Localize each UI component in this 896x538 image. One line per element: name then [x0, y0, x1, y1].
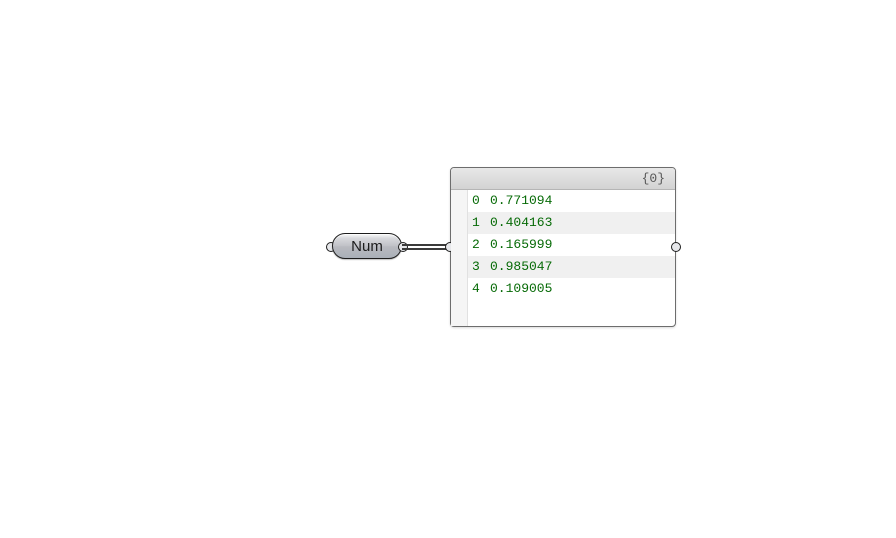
num-node-label: Num [351, 238, 383, 255]
panel-row-value: 0.404163 [490, 212, 675, 234]
panel-list: 0 0.771094 1 0.404163 2 0.165999 3 0.985… [468, 190, 675, 326]
panel-row-value: 0.985047 [490, 256, 675, 278]
panel-row-index: 2 [472, 234, 490, 256]
num-node[interactable]: Num [332, 233, 402, 261]
panel-path-label: {0} [642, 171, 665, 186]
panel-row-index: 3 [472, 256, 490, 278]
panel-node[interactable]: {0} 0 0.771094 1 0.404163 2 0.165999 3 0… [450, 167, 676, 327]
panel-header: {0} [451, 168, 675, 190]
list-item: 0 0.771094 [468, 190, 675, 212]
panel-row-value: 0.109005 [490, 278, 675, 300]
list-item: 1 0.404163 [468, 212, 675, 234]
list-item: 3 0.985047 [468, 256, 675, 278]
panel-row-index: 1 [472, 212, 490, 234]
panel-row-value: 0.771094 [490, 190, 675, 212]
wire-num-to-panel [402, 243, 446, 251]
panel-body: 0 0.771094 1 0.404163 2 0.165999 3 0.985… [451, 190, 675, 326]
panel-row-index: 0 [472, 190, 490, 212]
panel-row-value: 0.165999 [490, 234, 675, 256]
num-capsule[interactable]: Num [332, 233, 402, 259]
panel-gutter [451, 190, 468, 326]
list-item: 4 0.109005 [468, 278, 675, 300]
panel-row-index: 4 [472, 278, 490, 300]
list-item: 2 0.165999 [468, 234, 675, 256]
